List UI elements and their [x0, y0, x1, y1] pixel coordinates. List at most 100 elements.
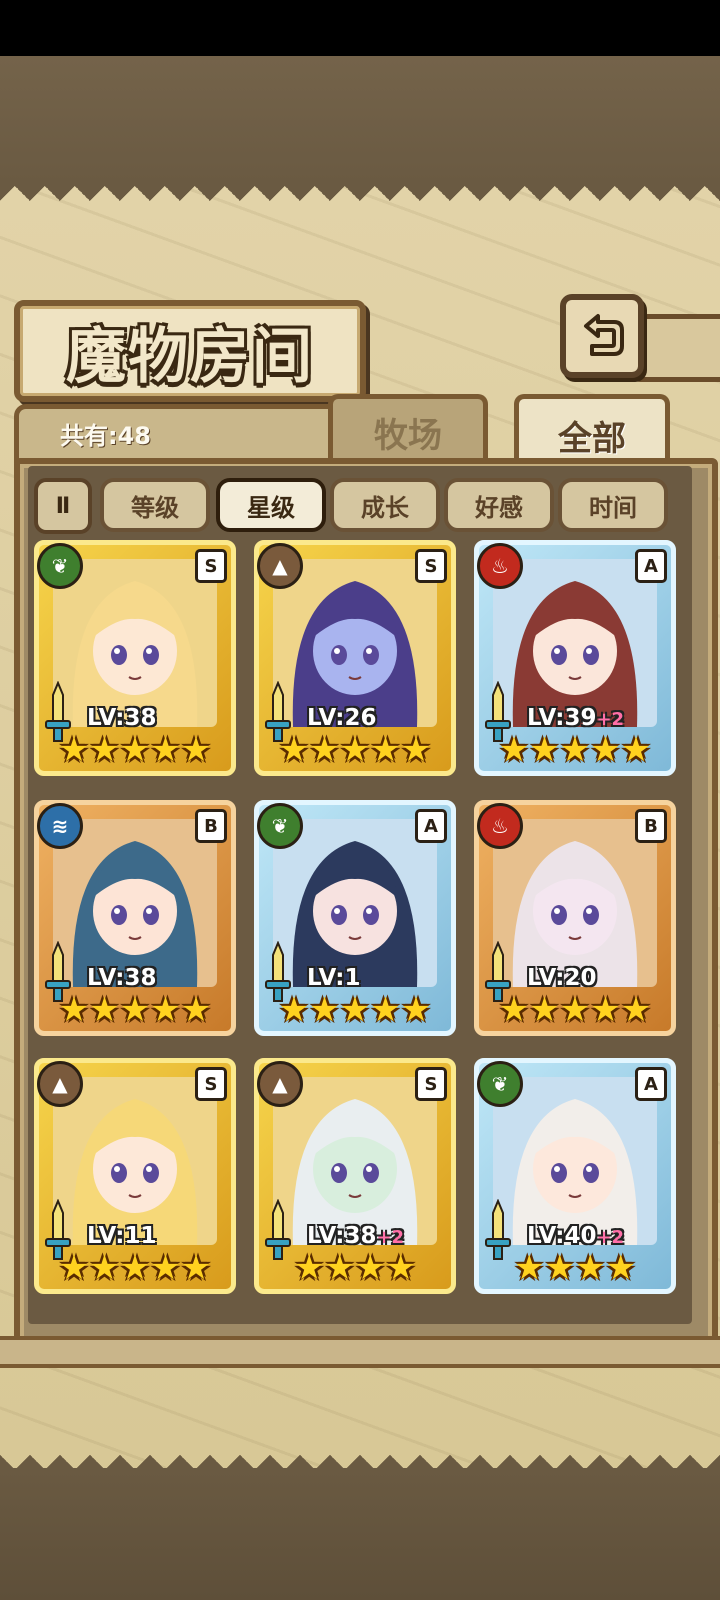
monster-portrait: [493, 1077, 657, 1245]
monster-card[interactable]: ❦ A LV:1 ★ ★ ★ ★ ★: [254, 800, 456, 1036]
level-value: LV:40: [527, 1223, 597, 1249]
monster-card[interactable]: ❦ S LV:38 ★ ★ ★ ★ ★: [34, 540, 236, 776]
monster-card[interactable]: ▲ S LV:11 ★ ★ ★ ★ ★: [34, 1058, 236, 1294]
star-icon: ★: [400, 730, 432, 770]
star-rating: ★ ★ ★ ★ ★: [49, 1251, 221, 1285]
back-button-mount: [632, 314, 720, 382]
star-icon: ★: [355, 1248, 386, 1288]
wood-element-icon: ❦: [257, 803, 303, 849]
star-icon: ★: [498, 730, 530, 770]
star-icon: ★: [529, 730, 560, 770]
monster-card[interactable]: ♨ B LV:20 ★ ★ ★ ★ ★: [474, 800, 676, 1036]
star-icon: ★: [294, 1248, 325, 1288]
level-bonus: +2: [596, 1227, 625, 1248]
level-label: LV:39+2: [527, 705, 624, 731]
sort-by-star-button[interactable]: 星级: [216, 478, 326, 532]
monster-count: 共有:48: [60, 422, 151, 450]
level-bonus: +2: [376, 1227, 405, 1248]
star-icon: ★: [150, 1248, 181, 1288]
level-label: LV:20: [527, 965, 596, 991]
star-icon: ★: [58, 990, 90, 1030]
level-value: LV:26: [307, 705, 377, 731]
monster-card[interactable]: ≋ B LV:38 ★ ★ ★ ★ ★: [34, 800, 236, 1036]
star-icon: ★: [590, 730, 621, 770]
fire-element-icon: ♨: [477, 803, 523, 849]
star-icon: ★: [119, 730, 151, 770]
star-icon: ★: [590, 990, 621, 1030]
star-icon: ★: [119, 1248, 151, 1288]
rank-badge: A: [415, 809, 447, 843]
rank-badge: S: [415, 1067, 447, 1101]
star-icon: ★: [180, 1248, 212, 1288]
return-arrow-icon: [584, 314, 624, 356]
earth-element-icon: ▲: [37, 1061, 83, 1107]
rank-badge: A: [635, 1067, 667, 1101]
star-icon: ★: [89, 730, 120, 770]
level-value: LV:38: [87, 965, 157, 991]
bottom-rail: [0, 1336, 720, 1368]
star-icon: ★: [324, 1248, 355, 1288]
star-icon: ★: [309, 990, 340, 1030]
sort-by-level-button[interactable]: 等级: [100, 478, 210, 532]
star-icon: ★: [400, 990, 432, 1030]
tab-ranch[interactable]: 牧场: [328, 394, 488, 465]
star-icon: ★: [309, 730, 340, 770]
rank-badge: S: [195, 549, 227, 583]
star-icon: ★: [58, 730, 90, 770]
star-icon: ★: [370, 990, 401, 1030]
sort-order-toggle[interactable]: Ⅱ: [34, 478, 92, 534]
star-icon: ★: [559, 730, 591, 770]
star-icon: ★: [150, 730, 181, 770]
monster-portrait: [493, 819, 657, 987]
rank-badge: S: [415, 549, 447, 583]
sort-by-growth-button[interactable]: 成长: [330, 478, 440, 532]
page-title: 魔物房间: [66, 321, 314, 392]
monster-card[interactable]: ▲ S LV:26 ★ ★ ★ ★ ★: [254, 540, 456, 776]
star-rating: ★ ★ ★ ★ ★: [269, 993, 441, 1027]
star-icon: ★: [119, 990, 151, 1030]
panel-torn-edge-bottom: [0, 1440, 720, 1470]
level-label: LV:26: [307, 705, 376, 731]
monster-card[interactable]: ▲ S LV:38+2 ★ ★ ★ ★: [254, 1058, 456, 1294]
star-icon: ★: [339, 730, 371, 770]
level-label: LV:11: [87, 1223, 156, 1249]
star-rating: ★ ★ ★ ★ ★: [489, 993, 661, 1027]
star-icon: ★: [278, 990, 310, 1030]
star-icon: ★: [278, 730, 310, 770]
earth-element-icon: ▲: [257, 543, 303, 589]
wood-element-icon: ❦: [477, 1061, 523, 1107]
rank-badge: B: [195, 809, 227, 843]
star-icon: ★: [150, 990, 181, 1030]
star-icon: ★: [514, 1248, 545, 1288]
fire-element-icon: ♨: [477, 543, 523, 589]
level-label: LV:38: [87, 965, 156, 991]
level-value: LV:39: [527, 705, 597, 731]
monster-portrait: [273, 819, 437, 987]
sort-by-affinity-button[interactable]: 好感: [444, 478, 554, 532]
star-icon: ★: [180, 730, 212, 770]
star-icon: ★: [544, 1248, 575, 1288]
level-label: LV:38+2: [307, 1223, 404, 1249]
level-value: LV:38: [87, 705, 157, 731]
star-rating: ★ ★ ★ ★: [269, 1251, 441, 1285]
star-rating: ★ ★ ★ ★ ★: [49, 993, 221, 1027]
sort-by-time-button[interactable]: 时间: [558, 478, 668, 532]
level-bonus: +2: [596, 709, 625, 730]
star-icon: ★: [620, 730, 652, 770]
back-button[interactable]: [560, 294, 644, 378]
star-icon: ★: [620, 990, 652, 1030]
title-plate: 魔物房间: [14, 300, 366, 402]
monster-card[interactable]: ❦ A LV:40+2 ★ ★ ★ ★: [474, 1058, 676, 1294]
monster-card[interactable]: ♨ A LV:39+2 ★ ★ ★ ★ ★: [474, 540, 676, 776]
star-icon: ★: [370, 730, 401, 770]
panel-torn-edge-top: [0, 186, 720, 216]
star-rating: ★ ★ ★ ★ ★: [489, 733, 661, 767]
star-icon: ★: [605, 1248, 636, 1288]
monster-portrait: [53, 559, 217, 727]
level-value: LV:20: [527, 965, 597, 991]
star-icon: ★: [339, 990, 371, 1030]
star-icon: ★: [385, 1248, 416, 1288]
monster-portrait: [273, 1077, 437, 1245]
star-icon: ★: [89, 990, 120, 1030]
rank-badge: A: [635, 549, 667, 583]
